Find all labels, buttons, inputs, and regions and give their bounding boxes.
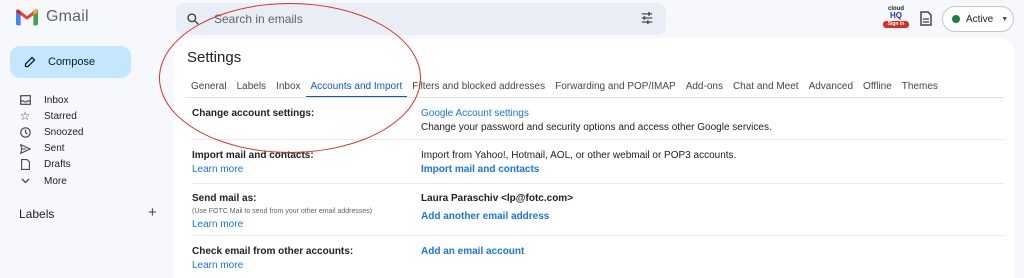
compose-label: Compose	[48, 56, 96, 68]
learn-more-link[interactable]: Learn more	[192, 219, 243, 230]
inbox-icon	[19, 95, 31, 105]
sidebar-item-label: More	[44, 175, 67, 187]
document-icon[interactable]	[920, 11, 932, 26]
sidebar-item-inbox[interactable]: Inbox	[18, 92, 83, 108]
status-selector[interactable]: Active ▼	[942, 6, 1014, 32]
learn-more-link[interactable]: Learn more	[192, 260, 243, 271]
chevron-down-icon: ▼	[1001, 15, 1009, 23]
settings-panel: Settings General Labels Inbox Accounts a…	[174, 38, 1014, 278]
tab-general[interactable]: General	[186, 79, 232, 98]
add-email-account-link[interactable]: Add an email account	[421, 246, 524, 257]
chevron-down-icon	[21, 178, 29, 184]
settings-row-check-other: Check email from other accounts: Learn m…	[192, 236, 1004, 278]
compose-button[interactable]: Compose	[10, 46, 131, 78]
import-mail-link[interactable]: Import mail and contacts	[421, 164, 539, 175]
sidebar-item-label: Sent	[44, 143, 65, 155]
send-icon	[19, 143, 31, 154]
star-icon: ☆	[19, 109, 31, 124]
tab-inbox[interactable]: Inbox	[271, 79, 305, 98]
row-sublabel: (Use FOTC Mail to send from your other e…	[192, 208, 373, 215]
add-label-icon[interactable]: +	[148, 204, 157, 221]
search-options-icon[interactable]	[640, 11, 654, 25]
tab-chat-and-meet[interactable]: Chat and Meet	[728, 79, 804, 98]
row-label: Send mail as:	[192, 193, 257, 204]
search-icon[interactable]	[186, 12, 200, 26]
send-as-identity: Laura Paraschiv <lp@fotc.com>	[421, 193, 574, 204]
cloudhq-signin[interactable]: Sign in	[883, 21, 909, 28]
add-email-address-link[interactable]: Add another email address	[421, 211, 549, 222]
row-description: Import from Yahoo!, Hotmail, AOL, or oth…	[421, 150, 737, 161]
clock-icon	[19, 127, 31, 138]
tab-offline[interactable]: Offline	[858, 79, 897, 98]
sidebar-item-label: Starred	[44, 110, 77, 122]
google-account-settings-link[interactable]: Google Account settings	[421, 108, 529, 119]
gmail-m-icon	[16, 9, 38, 26]
settings-row-change-account: Change account settings: Google Account …	[192, 104, 1004, 140]
tab-filters[interactable]: Filters and blocked addresses	[407, 79, 550, 98]
tab-accounts-and-import[interactable]: Accounts and Import	[305, 79, 408, 98]
settings-tabs: General Labels Inbox Accounts and Import…	[186, 79, 943, 98]
learn-more-link[interactable]: Learn more	[192, 164, 243, 175]
search-input[interactable]	[214, 12, 614, 26]
gmail-app: Gmail cloud HQ Sign in Active ▼ Compose …	[0, 0, 1024, 278]
page-title: Settings	[187, 49, 242, 66]
row-label: Import mail and contacts:	[192, 150, 314, 161]
sidebar-nav: Inbox ☆ Starred Snoozed Sent Drafts More	[18, 92, 83, 189]
gmail-logo[interactable]: Gmail	[16, 8, 89, 26]
sidebar-item-more[interactable]: More	[18, 173, 83, 189]
row-label: Check email from other accounts:	[192, 246, 354, 257]
settings-row-import: Import mail and contacts: Learn more Imp…	[192, 140, 1004, 184]
sidebar-item-label: Inbox	[44, 94, 69, 106]
sidebar-item-sent[interactable]: Sent	[18, 141, 83, 157]
sidebar-item-snoozed[interactable]: Snoozed	[18, 124, 83, 140]
sidebar-item-drafts[interactable]: Drafts	[18, 157, 83, 173]
sidebar-item-label: Snoozed	[44, 126, 84, 138]
active-status-dot	[952, 15, 960, 23]
app-name: Gmail	[46, 8, 89, 25]
cloudhq-badge[interactable]: cloud HQ Sign in	[883, 6, 909, 34]
cloudhq-line2: HQ	[890, 11, 902, 20]
search-bar[interactable]	[176, 3, 666, 35]
row-label: Change account settings:	[192, 108, 315, 119]
sidebar-item-starred[interactable]: ☆ Starred	[18, 108, 83, 124]
tab-themes[interactable]: Themes	[897, 79, 943, 98]
sidebar-item-label: Drafts	[44, 159, 71, 171]
tabs-divider	[186, 97, 1004, 98]
tab-advanced[interactable]: Advanced	[804, 79, 858, 98]
settings-row-send-as: Send mail as: (Use FOTC Mail to send fro…	[192, 184, 1004, 236]
draft-icon	[20, 159, 30, 171]
tab-forwarding[interactable]: Forwarding and POP/IMAP	[550, 79, 681, 98]
labels-heading: Labels	[19, 207, 55, 221]
status-label: Active	[966, 13, 994, 25]
tab-labels[interactable]: Labels	[232, 79, 271, 98]
pencil-icon	[24, 56, 36, 68]
row-description: Change your password and security option…	[421, 122, 772, 133]
tab-add-ons[interactable]: Add-ons	[681, 79, 728, 98]
